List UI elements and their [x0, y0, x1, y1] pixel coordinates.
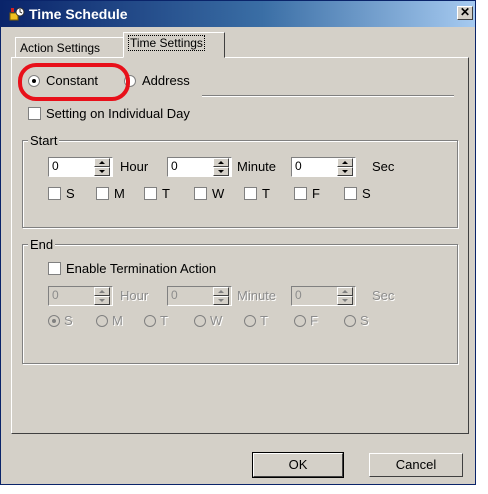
spin-down-icon[interactable] [213, 296, 229, 305]
spin-down-icon[interactable] [94, 296, 110, 305]
spin-up-icon[interactable] [94, 158, 110, 167]
start-hour-spinner[interactable] [94, 158, 110, 176]
constant-highlight-annotation [18, 63, 130, 101]
start-day-checkbox[interactable] [96, 187, 109, 200]
start-day-checkbox[interactable] [144, 187, 157, 200]
start-group-title: Start [28, 133, 60, 148]
end-day-label: S [360, 313, 369, 328]
mode-separator [202, 95, 454, 97]
start-day-checkbox[interactable] [48, 187, 61, 200]
spin-up-icon[interactable] [337, 287, 353, 296]
start-minute-spinner[interactable] [213, 158, 229, 176]
end-day-radio[interactable] [144, 315, 156, 327]
start-hour-label: Hour [120, 159, 149, 174]
end-day-label: S [64, 313, 73, 328]
start-day-label: T [162, 186, 170, 201]
individual-day-label: Setting on Individual Day [46, 106, 190, 121]
spin-up-icon[interactable] [337, 158, 353, 167]
spin-down-icon[interactable] [213, 167, 229, 176]
end-minute-spinner[interactable] [213, 287, 229, 305]
end-day-radio[interactable] [244, 315, 256, 327]
spin-up-icon[interactable] [213, 158, 229, 167]
tab-label: Action Settings [20, 41, 101, 55]
end-sec-label: Sec [372, 288, 395, 303]
tab-label: Time Settings [128, 35, 205, 51]
window-title: Time Schedule [29, 6, 128, 22]
enable-termination-checkbox[interactable] [48, 262, 61, 275]
spin-down-icon[interactable] [337, 167, 353, 176]
enable-termination-label: Enable Termination Action [66, 261, 217, 276]
start-day-checkbox[interactable] [294, 187, 307, 200]
ok-button[interactable]: OK [252, 452, 344, 478]
cancel-button[interactable]: Cancel [369, 453, 463, 477]
spin-up-icon[interactable] [213, 287, 229, 296]
start-group [22, 140, 458, 228]
end-day-radio[interactable] [294, 315, 306, 327]
start-day-checkbox[interactable] [244, 187, 257, 200]
spin-down-icon[interactable] [94, 167, 110, 176]
individual-day-checkbox[interactable] [28, 107, 41, 120]
end-day-radio[interactable] [96, 315, 108, 327]
start-day-label: S [66, 186, 75, 201]
end-day-label: F [310, 313, 318, 328]
title-bar[interactable]: Time Schedule ✕ [1, 1, 475, 27]
tab-action-settings[interactable]: Action Settings [15, 37, 125, 58]
end-hour-label: Hour [120, 288, 149, 303]
close-icon: ✕ [459, 5, 471, 19]
end-day-radio[interactable] [48, 315, 60, 327]
start-sec-spinner[interactable] [337, 158, 353, 176]
close-button[interactable]: ✕ [457, 6, 473, 20]
end-day-label: M [112, 313, 123, 328]
spin-up-icon[interactable] [94, 287, 110, 296]
address-label: Address [142, 73, 190, 88]
schedule-app-icon [9, 7, 25, 21]
start-day-label: M [114, 186, 125, 201]
start-day-checkbox[interactable] [194, 187, 207, 200]
end-day-label: T [160, 313, 168, 328]
start-day-checkbox[interactable] [344, 187, 357, 200]
start-day-label: F [312, 186, 320, 201]
spin-down-icon[interactable] [337, 296, 353, 305]
start-day-label: W [212, 186, 225, 201]
end-day-label: W [210, 313, 223, 328]
end-day-radio[interactable] [194, 315, 206, 327]
end-minute-label: Minute [237, 288, 277, 303]
end-day-radio[interactable] [344, 315, 356, 327]
end-sec-spinner[interactable] [337, 287, 353, 305]
end-group-title: End [28, 237, 56, 252]
start-day-label: T [262, 186, 270, 201]
time-settings-panel: Constant Address Setting on Individual D… [11, 57, 469, 434]
start-sec-label: Sec [372, 159, 395, 174]
end-hour-spinner[interactable] [94, 287, 110, 305]
end-day-label: T [260, 313, 268, 328]
tab-time-settings[interactable]: Time Settings [123, 32, 225, 58]
start-minute-label: Minute [237, 159, 277, 174]
start-day-label: S [362, 186, 371, 201]
